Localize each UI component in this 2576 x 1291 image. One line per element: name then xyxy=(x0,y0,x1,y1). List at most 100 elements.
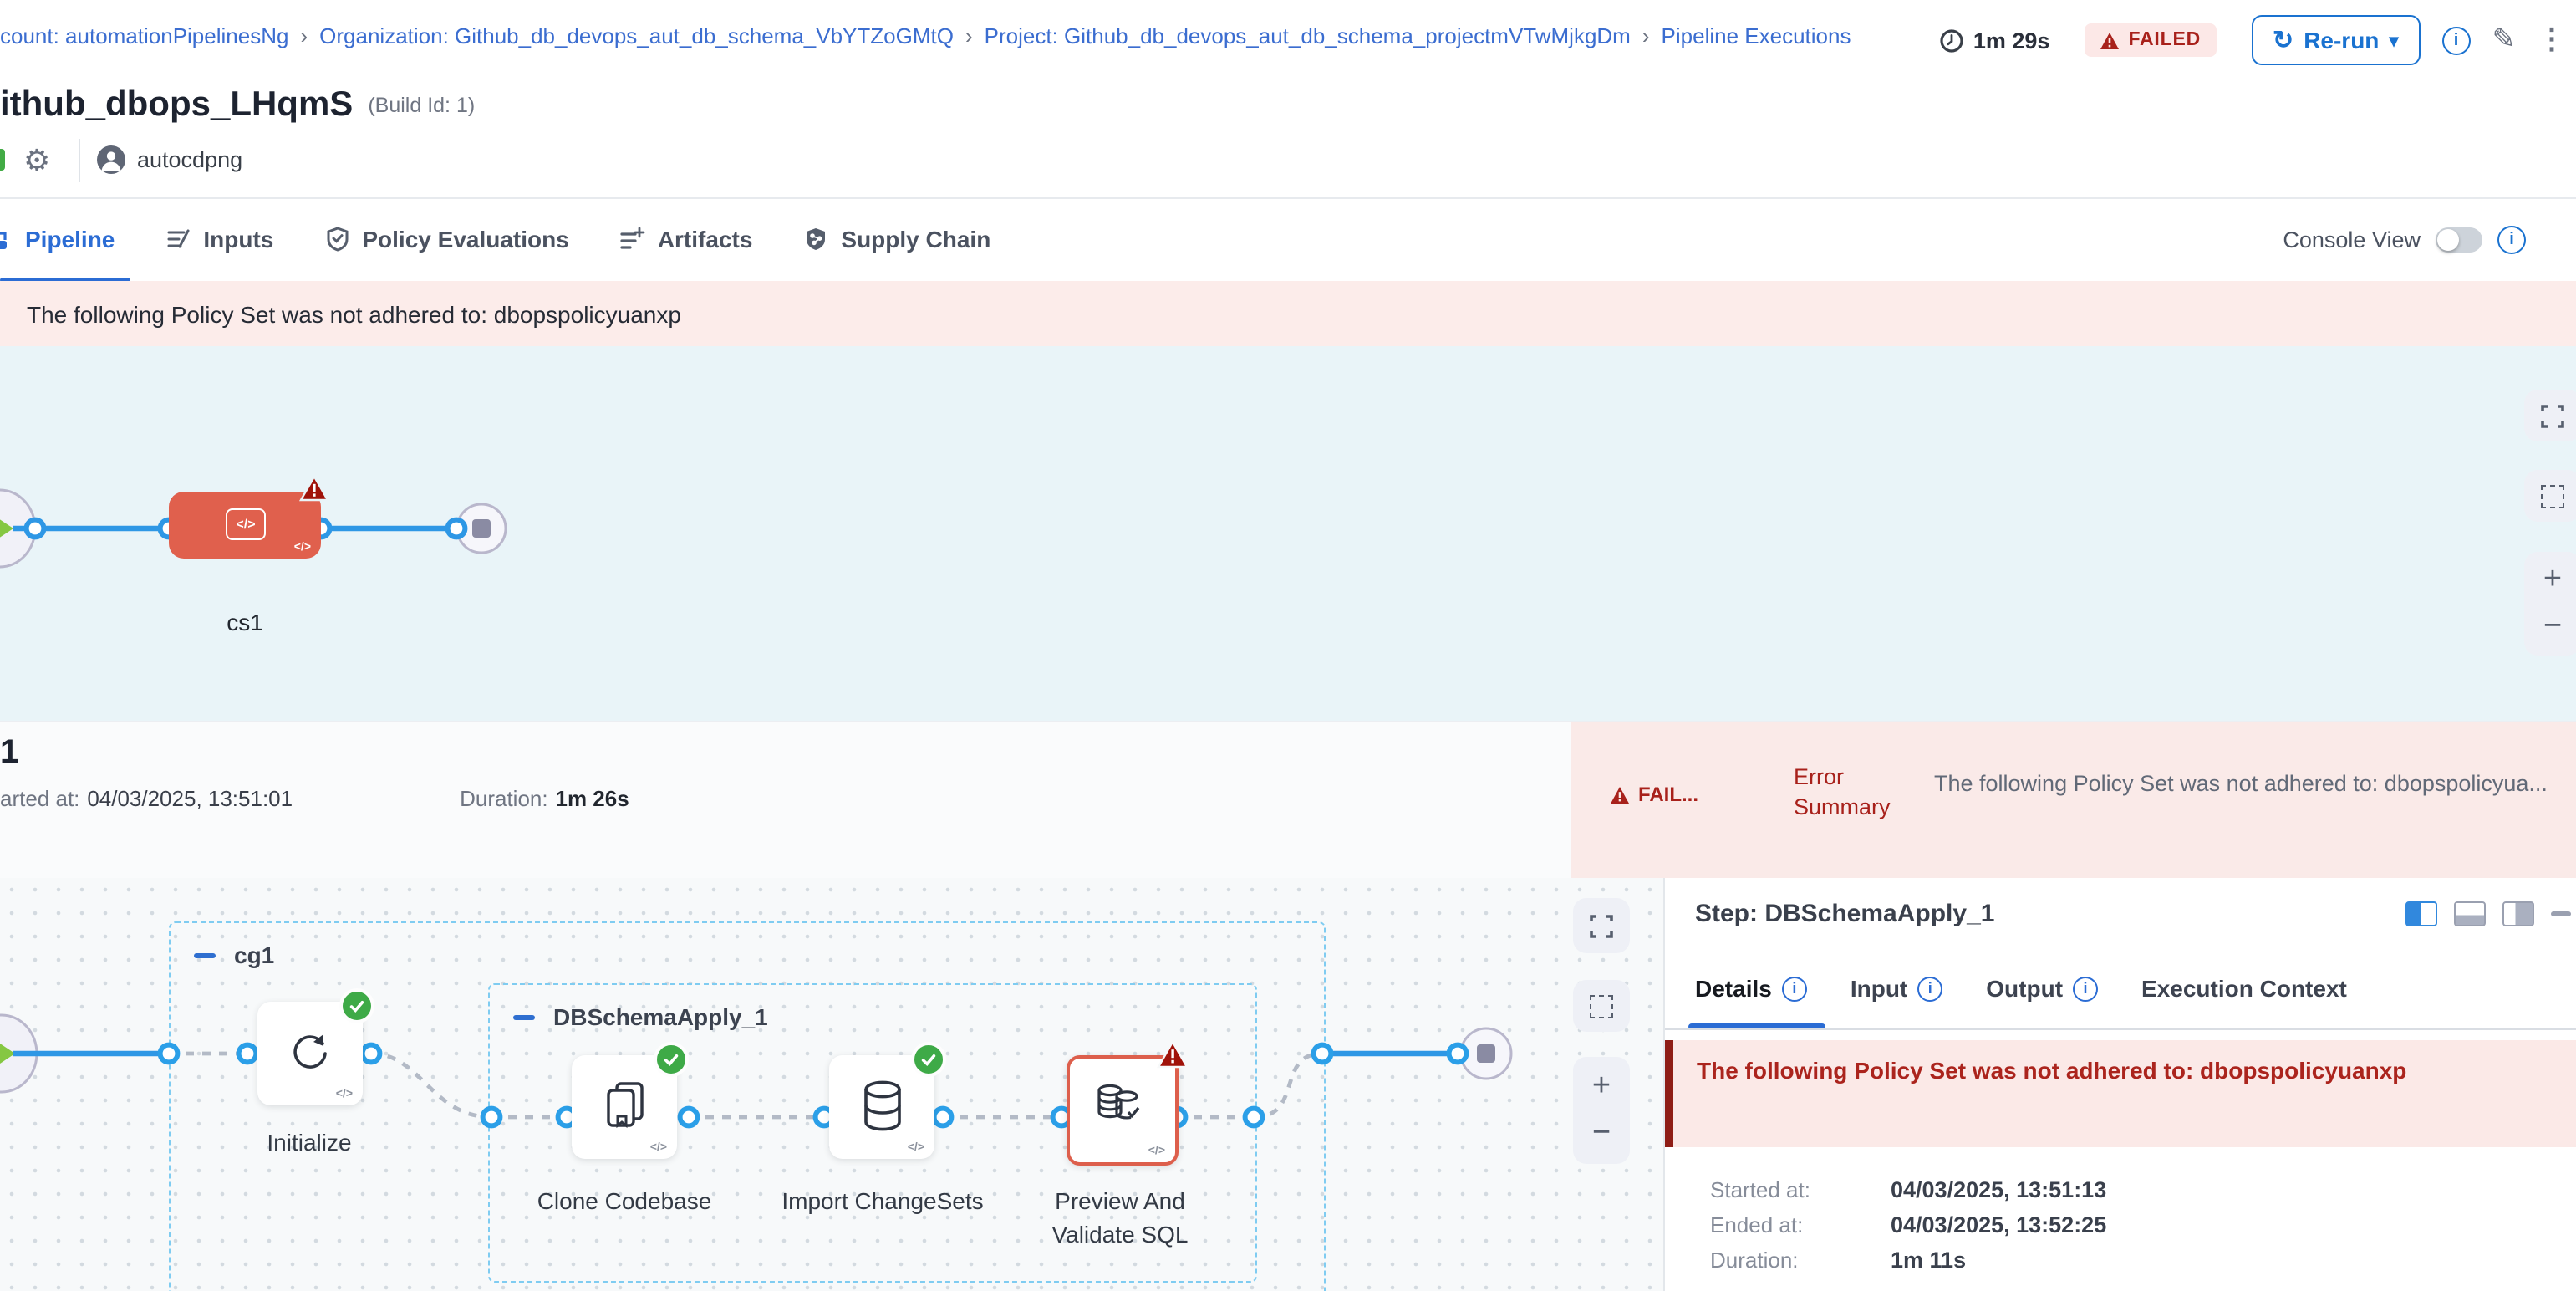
port[interactable] xyxy=(160,1045,178,1063)
pipeline-icon xyxy=(0,225,13,252)
error-summary-message: The following Policy Set was not adhered… xyxy=(1934,771,2576,796)
step-node-import-changesets[interactable]: </> xyxy=(829,1055,934,1159)
panel-tab-input[interactable]: Input i xyxy=(1851,975,1942,1002)
zoom-controls: + − xyxy=(1573,1057,1630,1164)
output-info-icon[interactable]: i xyxy=(2073,976,2098,1001)
supply-chain-shield-icon xyxy=(802,225,829,252)
tab-artifacts[interactable]: Artifacts xyxy=(619,225,753,252)
stage-graph-canvas[interactable]: </> </> cs1 + − xyxy=(0,346,2576,721)
edit-pencil-icon[interactable]: ✎ xyxy=(2492,23,2517,57)
kebab-menu-icon[interactable]: ⋮ xyxy=(2538,23,2566,57)
detail-label: Duration: xyxy=(1710,1248,1891,1273)
console-view-control: Console View i xyxy=(2283,226,2526,254)
zoom-in-button[interactable]: + xyxy=(1592,1064,1611,1110)
port[interactable] xyxy=(1245,1109,1263,1126)
stop-icon xyxy=(472,519,491,538)
stage-icon: </> xyxy=(226,508,266,540)
breadcrumb-organization[interactable]: Organization: Github_db_devops_aut_db_sc… xyxy=(319,23,954,48)
fullscreen-icon xyxy=(1590,914,1613,937)
breadcrumb-chevron-icon: › xyxy=(1642,23,1650,48)
step-node-initialize[interactable]: </> xyxy=(257,1002,363,1105)
port[interactable] xyxy=(448,520,466,538)
code-tag-icon: </> xyxy=(294,542,311,554)
port[interactable] xyxy=(363,1045,380,1063)
rerun-label: Re-run xyxy=(2304,27,2379,54)
breadcrumb-account[interactable]: count: automationPipelinesNg xyxy=(0,23,288,48)
port[interactable] xyxy=(239,1045,257,1063)
page-title: ithub_dbops_LHqmS xyxy=(0,85,353,125)
clock-icon xyxy=(1940,28,1965,53)
elapsed-time: 1m 29s xyxy=(1940,28,2050,53)
zoom-in-button[interactable]: + xyxy=(2543,557,2562,604)
details-info-icon[interactable]: i xyxy=(1782,976,1807,1001)
code-tag-icon: </> xyxy=(908,1142,924,1154)
step-panel-tabs: Details i Input i Output i Execution Con… xyxy=(1695,975,2347,1002)
input-info-icon[interactable]: i xyxy=(1917,976,1942,1001)
layout-split-left-icon[interactable] xyxy=(2405,901,2437,926)
panel-tab-execution-context[interactable]: Execution Context xyxy=(2141,975,2347,1002)
detail-value: 04/03/2025, 13:51:13 xyxy=(1891,1177,2106,1202)
step-node-clone-codebase[interactable]: </> xyxy=(572,1055,677,1159)
step-error-box: The following Policy Set was not adhered… xyxy=(1665,1040,2576,1147)
tab-inputs[interactable]: Inputs xyxy=(165,225,273,252)
rerun-button[interactable]: ↻ Re-run ▾ xyxy=(2251,15,2420,65)
console-view-toggle[interactable] xyxy=(2436,227,2482,253)
screenshot-stage: count: automationPipelinesNg › Organizat… xyxy=(0,0,2576,1291)
port[interactable] xyxy=(1314,1045,1331,1063)
tab-policy-evaluations[interactable]: Policy Evaluations xyxy=(323,225,568,252)
shield-check-icon xyxy=(323,225,350,252)
stage-node-cs1[interactable]: </> </> xyxy=(169,492,321,559)
fullscreen-button[interactable] xyxy=(1573,898,1630,953)
stage-summary-strip: 1 arted at: 04/03/2025, 13:51:01 Duratio… xyxy=(0,721,2576,880)
stage-times: arted at: 04/03/2025, 13:51:01 Duration:… xyxy=(0,783,629,813)
caret-down-icon: ▾ xyxy=(2389,29,2398,51)
port[interactable] xyxy=(934,1109,952,1126)
marquee-select-button[interactable] xyxy=(1573,980,1630,1032)
layout-split-bottom-icon[interactable] xyxy=(2454,901,2486,926)
port[interactable] xyxy=(1449,1045,1467,1063)
port[interactable] xyxy=(27,520,44,538)
link-dashed xyxy=(371,1054,491,1117)
policy-violation-banner: The following Policy Set was not adhered… xyxy=(0,281,2576,346)
fail-chip-label: FAIL... xyxy=(1638,783,1698,806)
step-label-initialize: Initialize xyxy=(217,1125,401,1159)
step-node-preview-validate-sql[interactable]: </> xyxy=(1067,1055,1179,1166)
panel-tab-details[interactable]: Details i xyxy=(1695,975,1807,1002)
status-chip-fragment xyxy=(0,149,5,171)
top-bar: count: automationPipelinesNg › Organizat… xyxy=(0,0,2576,77)
divider xyxy=(1665,1028,2576,1030)
fullscreen-button[interactable] xyxy=(2524,390,2576,441)
success-badge-icon xyxy=(911,1042,946,1077)
zoom-out-button[interactable]: − xyxy=(2543,604,2562,651)
zoom-out-button[interactable]: − xyxy=(1592,1110,1611,1157)
detail-label: Started at: xyxy=(1710,1177,1891,1202)
port[interactable] xyxy=(680,1109,698,1126)
port[interactable] xyxy=(483,1109,501,1126)
detail-value: 1m 11s xyxy=(1891,1248,1966,1273)
step-detail-panel: Step: DBSchemaApply_1 Details i Input i … xyxy=(1663,878,2576,1291)
fail-chip: FAIL... xyxy=(1610,783,1698,806)
detail-row-ended: Ended at: 04/03/2025, 13:52:25 xyxy=(1710,1207,2106,1243)
layout-split-right-icon[interactable] xyxy=(2502,901,2534,926)
tab-pipeline[interactable]: Pipeline xyxy=(0,225,115,252)
console-view-info-icon[interactable]: i xyxy=(2497,226,2526,254)
marquee-select-button[interactable] xyxy=(2524,470,2576,522)
started-at-label: arted at: xyxy=(0,785,79,810)
execution-graph-canvas[interactable]: cg1 DBSchemaApply_1 xyxy=(0,878,1663,1291)
code-tag-icon: </> xyxy=(1148,1146,1165,1157)
breadcrumb-project[interactable]: Project: Github_db_devops_aut_db_schema_… xyxy=(985,23,1631,48)
divider xyxy=(79,139,80,182)
breadcrumb-pipeline-executions[interactable]: Pipeline Executions xyxy=(1662,23,1851,48)
minimize-icon[interactable] xyxy=(2551,911,2571,916)
code-tag-icon: </> xyxy=(336,1089,353,1100)
step-label-import-changesets: Import ChangeSets xyxy=(776,1184,990,1217)
tab-supply-chain[interactable]: Supply Chain xyxy=(802,225,990,252)
marquee-icon xyxy=(1590,994,1613,1018)
panel-tab-output[interactable]: Output i xyxy=(1986,975,2098,1002)
panel-tab-details-label: Details xyxy=(1695,975,1772,1002)
gear-icon[interactable]: ⚙ xyxy=(23,144,50,179)
info-icon[interactable]: i xyxy=(2442,26,2471,54)
breadcrumb: count: automationPipelinesNg › Organizat… xyxy=(0,23,1851,48)
avatar[interactable] xyxy=(97,145,125,174)
panel-tab-input-label: Input xyxy=(1851,975,1907,1002)
